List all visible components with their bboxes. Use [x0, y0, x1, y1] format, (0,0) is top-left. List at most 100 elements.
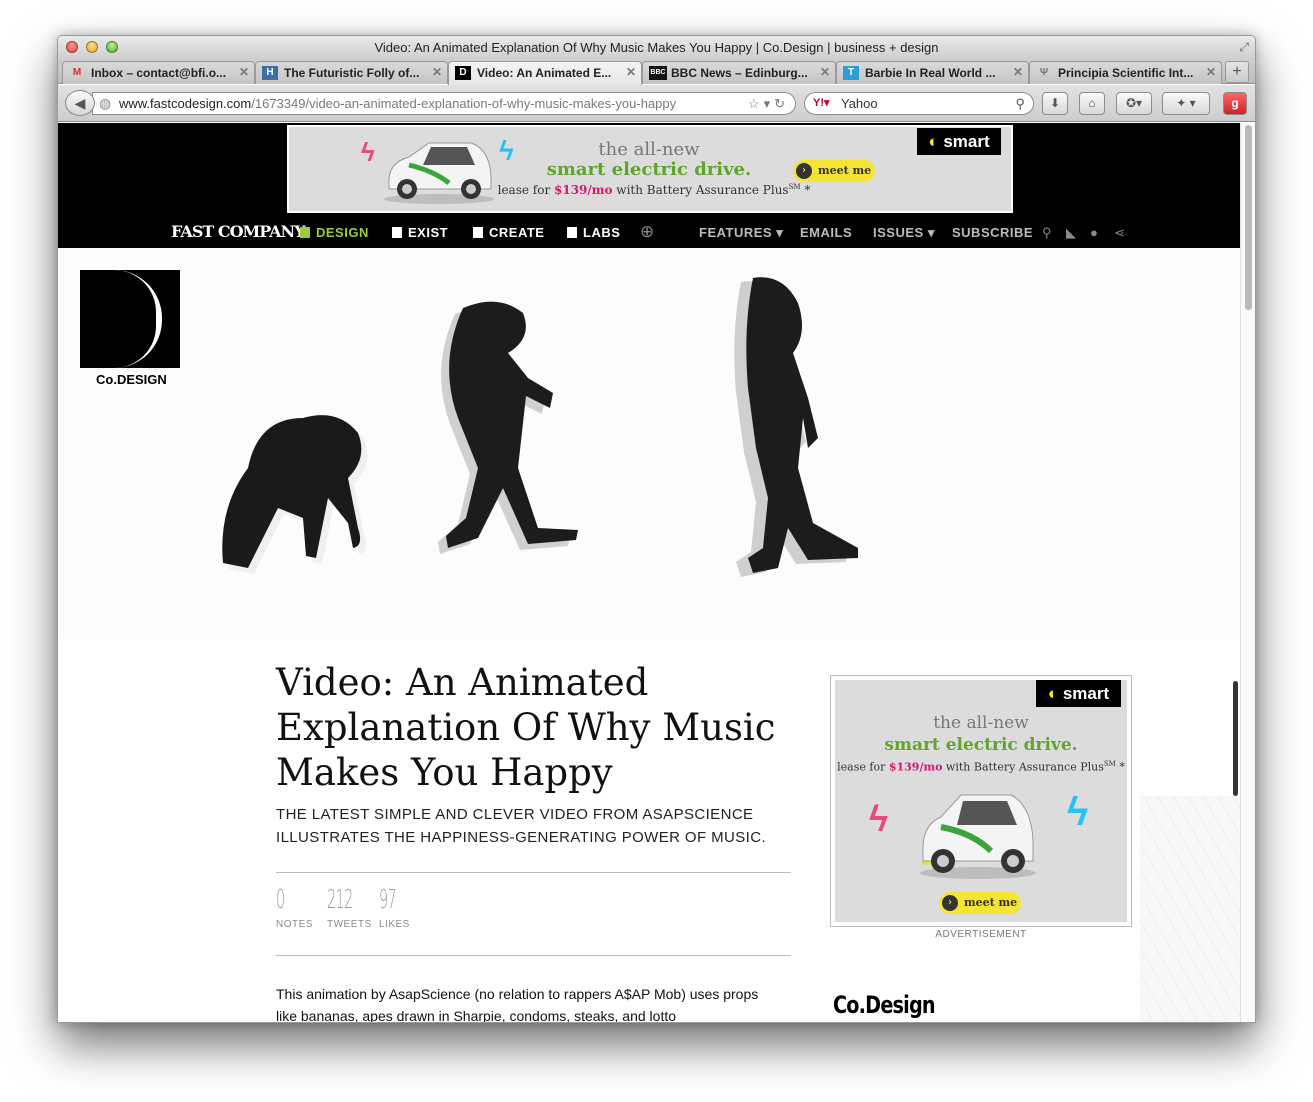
close-tab-icon[interactable]: ✕ — [626, 65, 636, 79]
pink-bolt-icon: ϟ — [361, 137, 375, 167]
nav-emails[interactable]: EMAILS — [800, 225, 852, 240]
close-tab-icon[interactable]: ✕ — [432, 65, 442, 79]
addon-button[interactable]: g — [1223, 92, 1247, 115]
stat-value: 212 — [327, 885, 353, 915]
web-page: ϟ ϟ ϟ the all-new smart electric drive. … — [58, 123, 1242, 1022]
stat-value: 97 — [379, 885, 397, 915]
arrow-right-icon: › — [796, 163, 812, 179]
ad-lease-text: lease for $139/mo with Battery Assurance… — [835, 760, 1127, 774]
ad-headline-2: smart electric drive. — [884, 735, 1078, 755]
article-dek: THE LATEST SIMPLE AND CLEVER VIDEO FROM … — [276, 806, 767, 846]
meet-me-button[interactable]: › meet me — [939, 892, 1021, 914]
create-icon — [473, 227, 483, 238]
ad-price: $139/mo — [888, 760, 943, 774]
share-icon[interactable]: ⋖ — [1114, 225, 1125, 241]
design-icon — [300, 227, 310, 238]
ad-sm-mark: SM — [788, 183, 801, 191]
nav-exist[interactable]: EXIST — [392, 225, 448, 240]
nav-design[interactable]: DESIGN — [300, 225, 369, 240]
hero-illustration: Co.DESIGN — [58, 248, 1242, 639]
nav-issues[interactable]: ISSUES ▾ — [873, 225, 935, 241]
tab-label: Video: An Animated E... — [477, 66, 612, 80]
close-tab-icon[interactable]: ✕ — [820, 65, 830, 79]
ad-lease-suffix: with Battery Assurance Plus — [942, 760, 1104, 774]
browser-window: Video: An Animated Explanation Of Why Mu… — [57, 35, 1256, 1023]
codesign-wordmark[interactable]: Co.Design — [833, 991, 936, 1019]
pink-bolt-icon: ϟ — [869, 798, 889, 839]
bookmarks-icon: ✪▾ — [1125, 96, 1143, 110]
stat-likes[interactable]: 97 LIKES — [379, 885, 410, 930]
url-host: www.fastcodesign.com — [119, 96, 252, 111]
vertical-scrollbar[interactable] — [1240, 123, 1255, 1022]
url-bar[interactable]: ◍ www.fastcodesign.com/1673349/video-an-… — [92, 92, 796, 115]
tab-bbc-news[interactable]: BBC BBC News – Edinburg... ✕ — [642, 61, 836, 84]
divider — [276, 955, 791, 956]
arrow-right-icon: › — [942, 895, 958, 911]
site-header: ϟ ϟ ϟ the all-new smart electric drive. … — [58, 123, 1242, 248]
nav-create[interactable]: CREATE — [473, 225, 544, 240]
nav-subscribe[interactable]: SUBSCRIBE — [952, 225, 1033, 240]
desktop: Video: An Animated Explanation Of Why Mu… — [0, 0, 1313, 1102]
close-tab-icon[interactable]: ✕ — [239, 65, 249, 79]
ape-evolution-image — [222, 277, 858, 577]
main-navigation: FAST COMPANY DESIGN EXIST CREATE LABS ⊕ … — [58, 218, 1242, 248]
bookmark-star-icon[interactable]: ☆▾↻ — [748, 93, 789, 114]
stat-tweets[interactable]: 212 TWEETS — [327, 885, 374, 930]
fast-company-logo[interactable]: FAST COMPANY — [171, 222, 306, 241]
home-button[interactable]: ⌂ — [1079, 92, 1105, 115]
nav-features[interactable]: FEATURES ▾ — [699, 225, 783, 241]
tab-principia[interactable]: Ψ Principia Scientific Int... ✕ — [1029, 61, 1222, 84]
tab-futuristic-folly[interactable]: H The Futuristic Folly of... ✕ — [255, 61, 448, 84]
nav-labs[interactable]: LABS — [567, 225, 620, 240]
nav-label: LABS — [583, 225, 621, 240]
smart-car-image — [920, 794, 1036, 879]
extension-button[interactable]: ✦ ▾ — [1162, 92, 1210, 115]
stat-label: LIKES — [379, 919, 410, 930]
rss-icon[interactable]: ◣ — [1066, 225, 1076, 241]
plus-circle-icon[interactable]: ⊕ — [640, 222, 654, 242]
home-icon: ⌂ — [1088, 96, 1096, 110]
ad-price: $139/mo — [554, 183, 613, 197]
article-headline: Video: An Animated Explanation Of Why Mu… — [276, 661, 776, 794]
codesign-logo[interactable]: Co.DESIGN — [80, 270, 180, 390]
ad-lease-prefix: lease for — [837, 760, 889, 774]
new-tab-button[interactable]: + — [1225, 61, 1249, 83]
codesign-icon: D — [455, 66, 471, 80]
meet-me-button[interactable]: › meet me — [793, 160, 875, 182]
partial-figure — [1233, 681, 1238, 796]
navigation-toolbar: ◍ www.fastcodesign.com/1673349/video-an-… — [58, 85, 1255, 122]
search-engine-label: Yahoo — [841, 96, 878, 111]
downloads-button[interactable]: ⬇ — [1042, 92, 1068, 115]
ad-asterisk: * — [800, 183, 811, 197]
tab-video-animated[interactable]: D Video: An Animated E... ✕ — [448, 61, 642, 85]
sidebar-ad[interactable]: ◐ smart the all-new smart electric drive… — [830, 675, 1132, 927]
tab-barbie[interactable]: T Barbie In Real World ... ✕ — [836, 61, 1029, 84]
tab-inbox[interactable]: M Inbox – contact@bfi.o... ✕ — [62, 61, 255, 84]
search-icon[interactable]: ⚲ — [1042, 225, 1052, 241]
smart-logo-icon: ◐ — [928, 132, 939, 151]
labs-icon — [567, 227, 577, 238]
scroll-thumb[interactable] — [1245, 125, 1252, 310]
top-banner-ad[interactable]: ϟ ϟ ϟ the all-new smart electric drive. … — [287, 125, 1013, 213]
nav-label: CREATE — [489, 225, 545, 240]
dropdown-arrow-icon: ▾ — [776, 225, 784, 240]
fullscreen-icon[interactable]: ⤢ — [1239, 40, 1249, 55]
close-tab-icon[interactable]: ✕ — [1013, 65, 1023, 79]
background-pattern — [1140, 796, 1242, 1022]
ad-asterisk: * — [1115, 760, 1125, 774]
yahoo-icon[interactable]: Y!▾ — [813, 93, 830, 114]
ad-lease-suffix: with Battery Assurance Plus — [612, 183, 789, 197]
ad-headline-2: smart electric drive. — [546, 159, 752, 180]
search-bar[interactable]: Y!▾ Yahoo ⚲ — [804, 92, 1034, 115]
bookmarks-button[interactable]: ✪▾ — [1116, 92, 1152, 115]
t-icon: T — [843, 66, 859, 80]
tab-bar: M Inbox – contact@bfi.o... ✕ H The Futur… — [58, 59, 1255, 85]
search-icon[interactable]: ⚲ — [1015, 93, 1025, 114]
close-tab-icon[interactable]: ✕ — [1206, 65, 1216, 79]
stat-notes[interactable]: 0 NOTES — [276, 885, 313, 930]
globe-icon: ◍ — [99, 95, 112, 111]
tab-label: Principia Scientific Int... — [1058, 66, 1194, 80]
ad-lease-prefix: lease for — [497, 183, 554, 197]
globe-icon[interactable]: ● — [1090, 225, 1098, 240]
back-button[interactable]: ◀ — [65, 90, 95, 116]
